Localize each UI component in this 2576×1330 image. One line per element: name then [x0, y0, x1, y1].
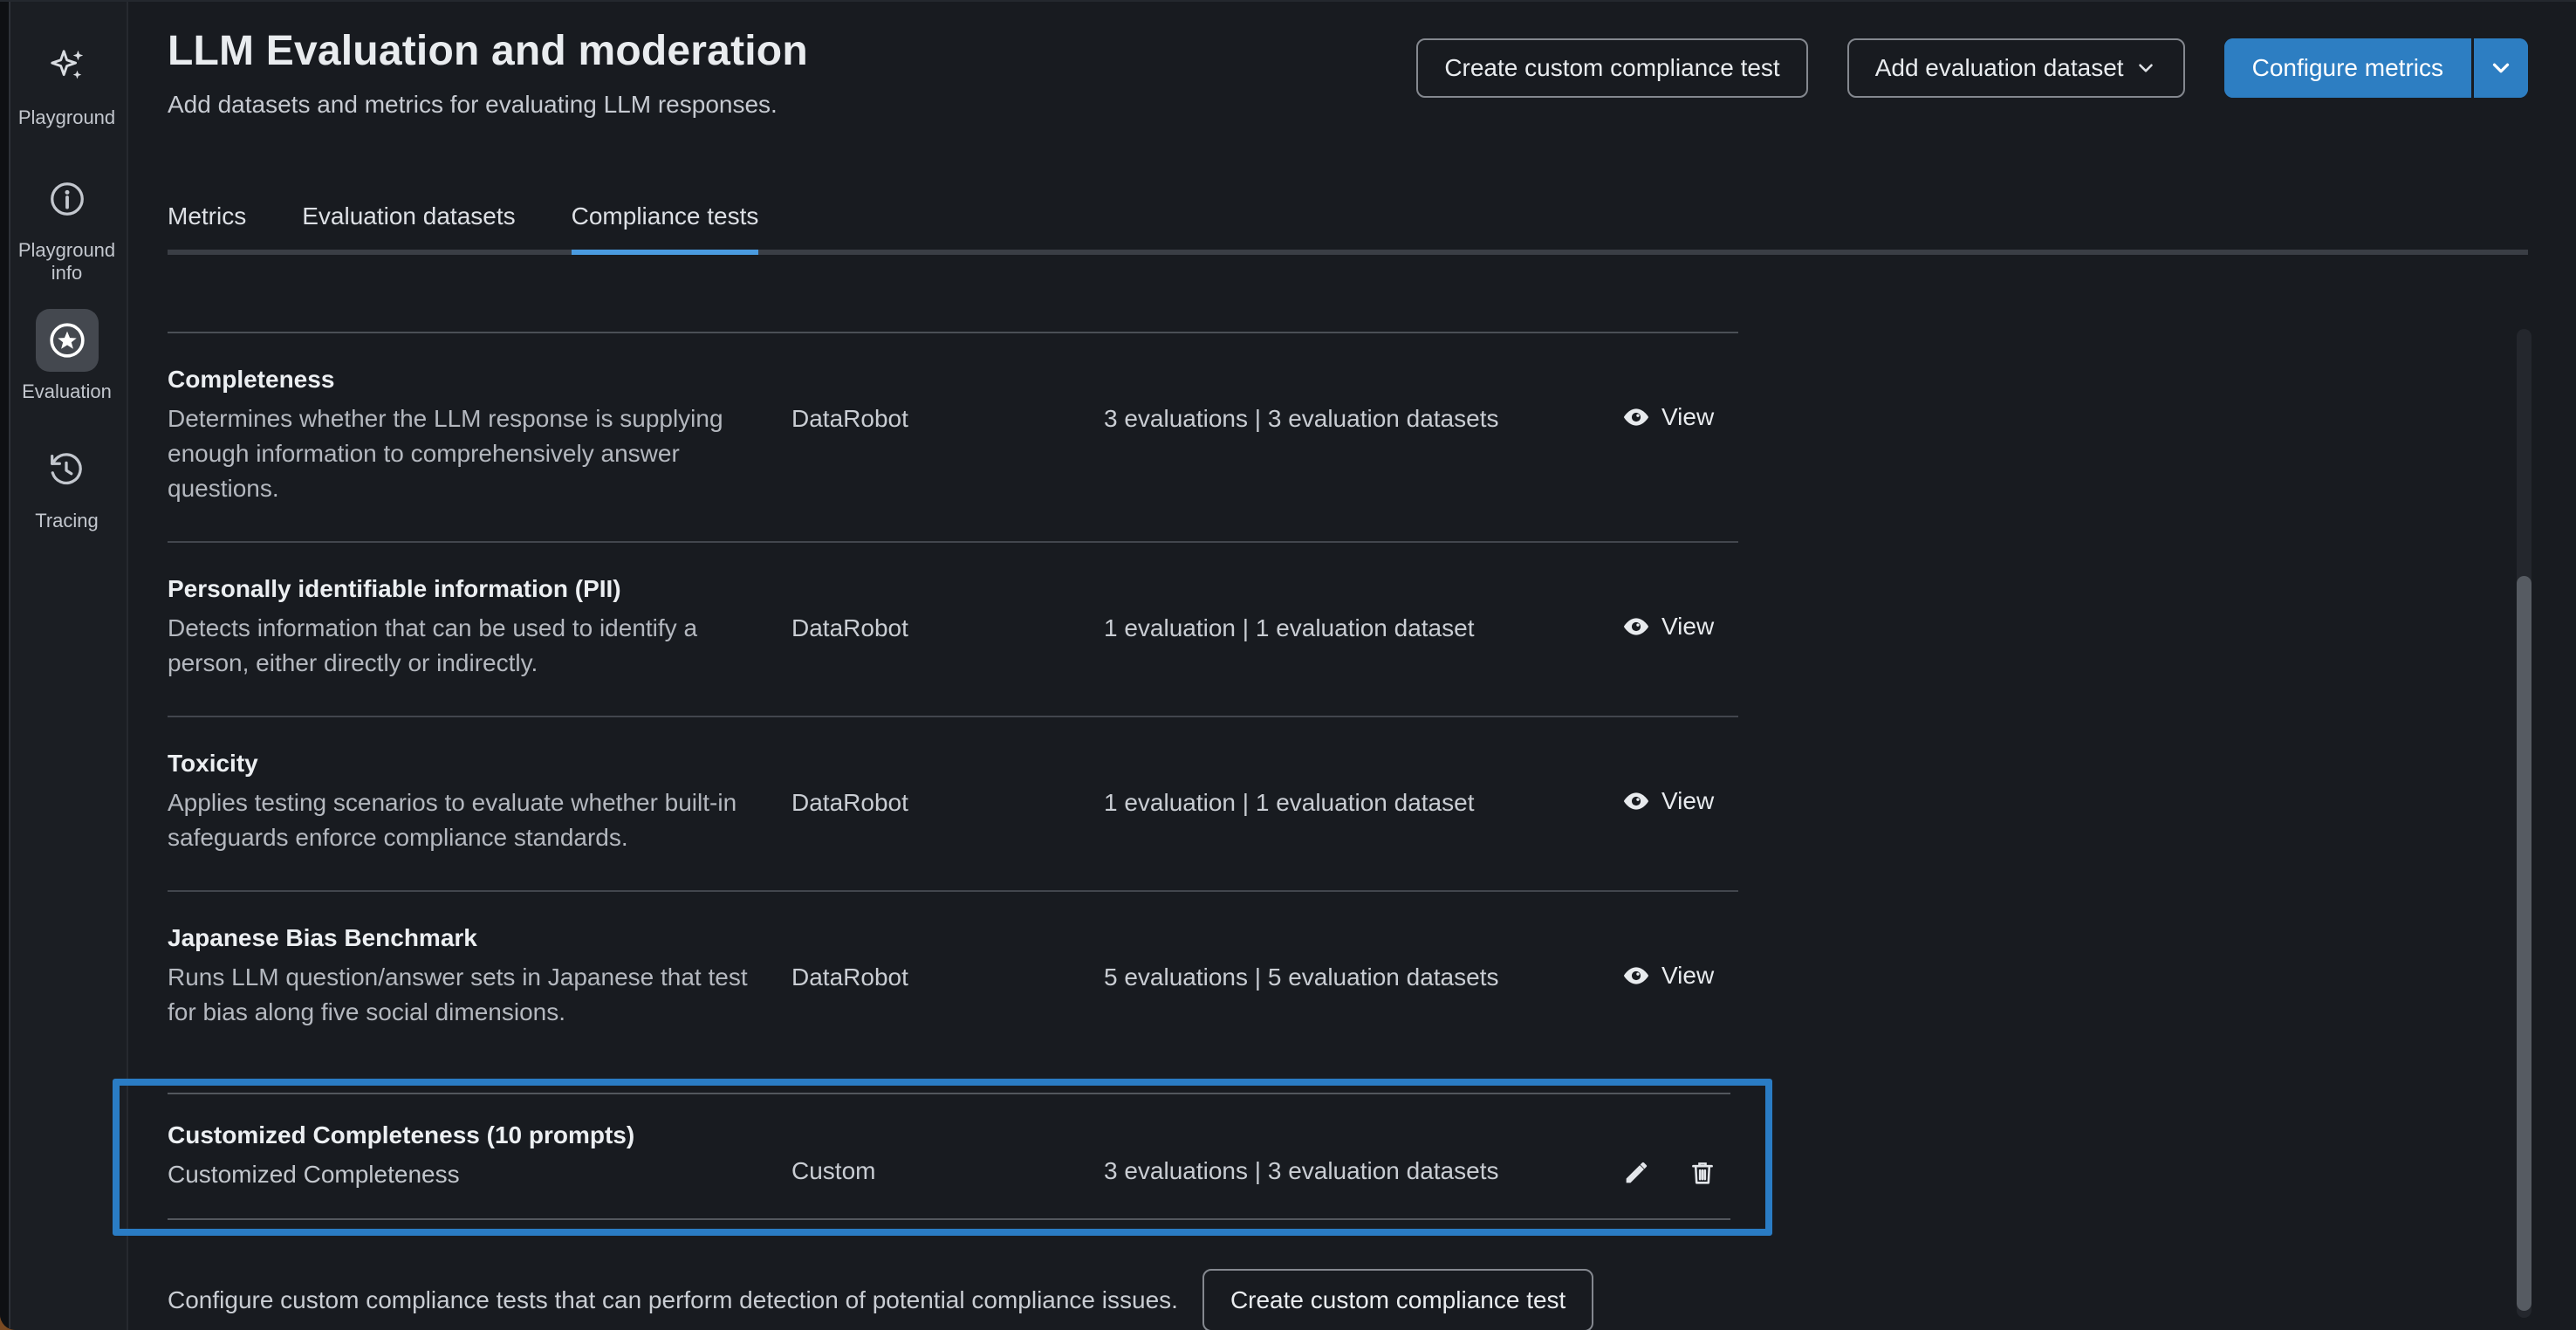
tab-metrics[interactable]: Metrics: [168, 202, 246, 255]
tab-evaluation-datasets[interactable]: Evaluation datasets: [302, 202, 515, 255]
footer-text: Configure custom compliance tests that c…: [168, 1286, 1178, 1314]
row-source: Custom: [791, 1157, 1104, 1192]
view-button[interactable]: View: [1621, 956, 1714, 995]
row-stats: 3 evaluations | 3 evaluation datasets: [1104, 1157, 1621, 1192]
scrollbar-thumb[interactable]: [2517, 576, 2531, 1311]
history-icon: [35, 438, 98, 501]
sidebar: Playground Playground info: [0, 2, 128, 1330]
row-source: DataRobot: [791, 614, 1104, 681]
header-actions: Create custom compliance test Add evalua…: [1416, 38, 2528, 98]
row-description: Runs LLM question/answer sets in Japanes…: [168, 960, 761, 1030]
table-row: Toxicity Applies testing scenarios to ev…: [168, 717, 2528, 890]
edit-button[interactable]: [1621, 1158, 1651, 1188]
row-stats: 1 evaluation | 1 evaluation dataset: [1104, 614, 1621, 681]
delete-icon: [1688, 1158, 1717, 1188]
sidebar-item-evaluation[interactable]: Evaluation: [22, 309, 112, 403]
row-source: DataRobot: [791, 963, 1104, 1030]
sidebar-nav: Playground Playground info: [0, 2, 127, 532]
row-stats: 5 evaluations | 5 evaluation datasets: [1104, 963, 1621, 1030]
configure-metrics-split-button: Configure metrics: [2224, 38, 2528, 98]
create-custom-compliance-test-footer-button[interactable]: Create custom compliance test: [1202, 1269, 1593, 1330]
row-stats: 1 evaluation | 1 evaluation dataset: [1104, 789, 1621, 855]
table-footer: Configure custom compliance tests that c…: [168, 1269, 2528, 1330]
row-name: Completeness: [168, 363, 791, 396]
page-header-text: LLM Evaluation and moderation Add datase…: [168, 26, 808, 119]
view-button[interactable]: View: [1621, 398, 1714, 436]
tab-bar: Metrics Evaluation datasets Compliance t…: [168, 202, 2528, 255]
eye-icon: [1621, 961, 1651, 991]
sidebar-item-label: Playground: [18, 106, 115, 129]
table-row: Personally identifiable information (PII…: [168, 543, 2528, 716]
chevron-down-icon: [2488, 55, 2514, 81]
row-divider: [168, 1218, 1730, 1220]
delete-button[interactable]: [1688, 1158, 1717, 1188]
chevron-down-icon: [2134, 57, 2157, 79]
sidebar-item-label: Playground info: [10, 239, 124, 285]
sidebar-item-playground[interactable]: Playground: [18, 35, 115, 129]
row-description: Applies testing scenarios to evaluate wh…: [168, 785, 761, 855]
eye-icon: [1621, 402, 1651, 432]
star-circle-icon: [36, 309, 99, 372]
eye-icon: [1621, 612, 1651, 641]
row-source: DataRobot: [791, 789, 1104, 855]
page-header: LLM Evaluation and moderation Add datase…: [168, 26, 2528, 119]
row-description: Determines whether the LLM response is s…: [168, 401, 761, 506]
sidebar-item-tracing[interactable]: Tracing: [35, 438, 99, 532]
table-row-selected: Customized Completeness (10 prompts) Cus…: [168, 1094, 1730, 1218]
row-name: Customized Completeness (10 prompts): [168, 1119, 791, 1152]
row-description: Detects information that can be used to …: [168, 611, 761, 681]
row-description: Customized Completeness: [168, 1157, 761, 1192]
edit-icon: [1621, 1158, 1651, 1188]
selected-row-highlight: Customized Completeness (10 prompts) Cus…: [113, 1079, 1772, 1236]
sidebar-item-playground-info[interactable]: Playground info: [10, 168, 124, 285]
row-name: Toxicity: [168, 747, 791, 780]
configure-metrics-dropdown-button[interactable]: [2474, 38, 2528, 98]
row-source: DataRobot: [791, 405, 1104, 506]
table-row: Completeness Determines whether the LLM …: [168, 333, 2528, 541]
info-icon: [36, 168, 99, 230]
create-custom-compliance-test-button[interactable]: Create custom compliance test: [1416, 38, 1807, 98]
configure-metrics-button[interactable]: Configure metrics: [2224, 38, 2474, 98]
app-window: Playground Playground info: [0, 0, 2576, 1330]
tab-compliance-tests[interactable]: Compliance tests: [572, 202, 759, 255]
add-evaluation-dataset-button[interactable]: Add evaluation dataset: [1847, 38, 2185, 98]
eye-icon: [1621, 786, 1651, 816]
row-stats: 3 evaluations | 3 evaluation datasets: [1104, 405, 1621, 506]
compliance-tests-table: Completeness Determines whether the LLM …: [168, 332, 2528, 1236]
table-row: Japanese Bias Benchmark Runs LLM questio…: [168, 892, 2528, 1065]
vertical-scrollbar[interactable]: [2517, 329, 2531, 1318]
row-name: Personally identifiable information (PII…: [168, 572, 791, 606]
sparkles-icon: [36, 35, 99, 98]
row-name: Japanese Bias Benchmark: [168, 922, 791, 955]
page-title: LLM Evaluation and moderation: [168, 26, 808, 77]
sidebar-item-label: Tracing: [35, 510, 99, 532]
view-button[interactable]: View: [1621, 607, 1714, 646]
page-subtitle: Add datasets and metrics for evaluating …: [168, 91, 808, 119]
sidebar-item-label: Evaluation: [22, 380, 112, 403]
main-panel: LLM Evaluation and moderation Add datase…: [128, 2, 2576, 1330]
view-button[interactable]: View: [1621, 782, 1714, 820]
